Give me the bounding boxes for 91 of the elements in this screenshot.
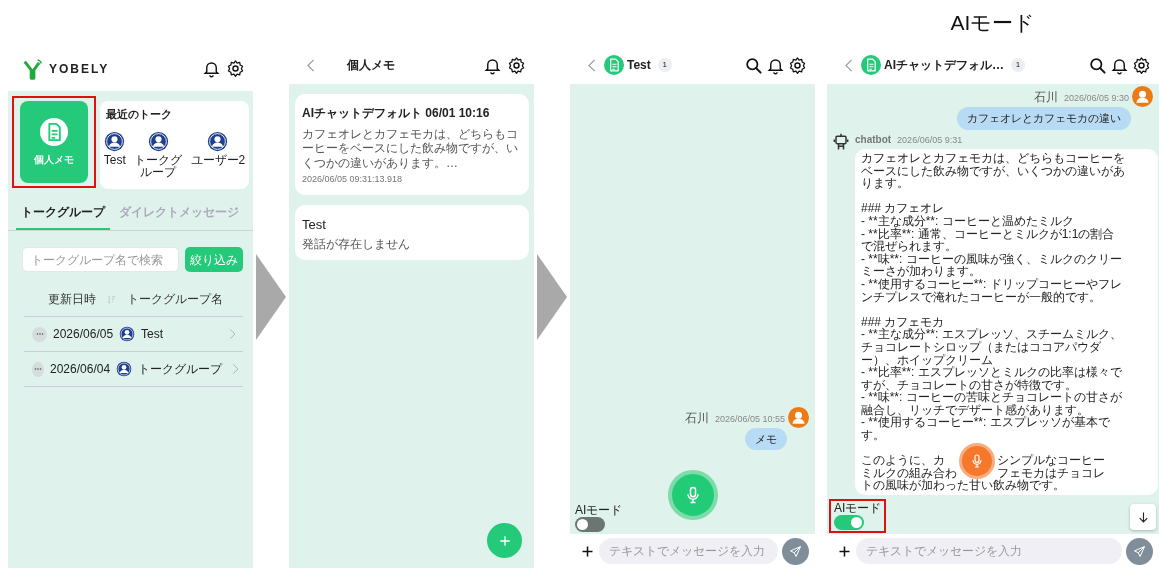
screen-title: 個人メモ xyxy=(347,57,395,74)
memo-time: 2026/06/05 09:31:13.918 xyxy=(302,173,404,187)
message-line: このように、カ xyxy=(861,454,945,467)
column-header: 更新日時 xyxy=(48,291,96,308)
message-line: - **比率**: 通常、コーヒーとミルクが1:1の割合 xyxy=(861,227,1116,241)
group-name[interactable]: Test xyxy=(141,325,219,343)
talk-name[interactable]: Test xyxy=(103,153,126,167)
message-line: - **使用するコーヒー**: ドリップコーヒーやフレ xyxy=(861,277,1123,291)
column-header: トークグループ名 xyxy=(127,291,223,308)
message-line: - **比率**: エスプレッソとミルクの比率は様々で xyxy=(861,366,1123,379)
message-field[interactable]: テキストでメッセージを入力 xyxy=(856,538,1122,564)
send-icon xyxy=(1132,543,1147,559)
message-line: すが、チョコレートの甘さが特徴です。 xyxy=(861,378,1077,392)
search-icon[interactable] xyxy=(744,55,763,75)
send-button[interactable] xyxy=(782,537,809,565)
talk-name[interactable]: ユーザー2 xyxy=(190,153,246,167)
memo-title: AIチャットデフォルト 06/01 10:16 xyxy=(302,105,491,122)
message-time: 2026/06/05 10:55 xyxy=(714,412,785,426)
memo-card[interactable]: AIチャットデフォルト 06/01 10:16 カフェオレとカフェモカは、どちらもコーヒーをベースにした飲み物ですが、いくつかの違いがあります。… 2026/06/05 09:31:13.918 xyxy=(295,94,529,195)
chat-title: Test xyxy=(627,57,651,74)
ai-mode-switch[interactable] xyxy=(575,517,605,532)
memo-card[interactable]: Test 発話が存在しません xyxy=(295,204,529,260)
logo-text: YOBELY xyxy=(49,60,110,78)
chat-title: AIチャットデフォル… xyxy=(884,57,1004,74)
message-time: 2026/06/05 9:31 xyxy=(897,133,963,147)
memo-preview: カフェオレとカフェモカは、どちらもコーヒーをベースにした飲み物ですが、いくつかの違いがあります。… xyxy=(302,127,519,171)
memo-preview: 発話が存在しません xyxy=(302,237,411,252)
message-line: ベースにした飲み物ですが、いくつかの違いがあ xyxy=(861,164,1126,178)
message-line: 融合し、リッチでデザート感があります。 xyxy=(861,403,1089,417)
sender-name: 石川 xyxy=(1033,89,1058,106)
search-icon[interactable] xyxy=(1088,55,1107,75)
avatar-icon xyxy=(1132,86,1153,107)
message-line: フェモカはチョコレ xyxy=(997,466,1105,480)
search-field[interactable]: トークグループ名で検索 xyxy=(22,247,179,272)
count-badge: 1 xyxy=(657,58,672,72)
message-line: す。 xyxy=(861,429,886,442)
date-text: 2026/06/05 xyxy=(53,326,114,343)
message-line: カフェオレとカフェモカは、どちらもコーヒーを xyxy=(861,152,1126,165)
message-line: ミルクの組み合わ xyxy=(861,466,957,480)
memo-icon xyxy=(604,55,624,75)
settings-icon[interactable] xyxy=(788,55,807,75)
caption: AIモード xyxy=(950,10,1036,37)
card-title: 最近のトーク xyxy=(106,107,173,122)
toggle-label: AIモード xyxy=(575,504,623,516)
settings-icon[interactable] xyxy=(507,55,526,75)
message-line: - **主な成分**: エスプレッソ、スチームミルク、 xyxy=(861,328,1123,341)
message-line: チョコレートシロップ（またはココアパウダ xyxy=(861,340,1101,354)
avatar-icon[interactable] xyxy=(104,130,126,152)
message-bubble: メモ xyxy=(745,427,787,450)
talk-name[interactable]: トークグループ xyxy=(129,153,188,179)
count-badge: 1 xyxy=(1011,58,1025,72)
avatar-icon xyxy=(788,406,809,428)
message-bubble: カフェオレとカフェモカの違い xyxy=(957,107,1131,130)
group-name[interactable]: トークグループ xyxy=(138,360,223,378)
message-line: - **使用するコーヒー**: エスプレッソが基本で xyxy=(861,416,1111,430)
plus-icon xyxy=(497,533,512,548)
bell-icon[interactable] xyxy=(202,59,221,78)
settings-icon[interactable] xyxy=(1132,55,1151,75)
robot-icon xyxy=(831,131,851,152)
message-line: ### カフェオレ xyxy=(861,202,946,215)
logo-icon xyxy=(22,57,44,80)
message-line: で混ぜられます。 xyxy=(861,240,958,253)
ai-mode-switch[interactable] xyxy=(834,515,864,530)
message-line: ります。 xyxy=(861,177,910,190)
avatar-icon[interactable] xyxy=(147,130,169,152)
memo-title: Test xyxy=(302,215,327,234)
message-line: - **主な成分**: コーヒーと温めたミルク xyxy=(861,214,1075,228)
send-icon xyxy=(788,543,803,559)
scroll-down-button[interactable] xyxy=(1130,504,1156,530)
message-field[interactable]: テキストでメッセージを入力 xyxy=(599,538,778,564)
mic-icon xyxy=(969,452,985,469)
avatar-icon xyxy=(119,326,136,342)
message-time: 2026/06/05 9:30 xyxy=(1063,92,1129,105)
settings-icon[interactable] xyxy=(226,59,245,78)
sender-name: chatbot xyxy=(855,132,892,147)
message-line: - **味**: コーヒーの苦味とチョコレートの甘さが xyxy=(861,391,1123,404)
avatar-icon[interactable] xyxy=(207,130,229,152)
memo-icon xyxy=(861,55,881,75)
tab[interactable]: トークグループ xyxy=(16,199,110,230)
send-button[interactable] xyxy=(1126,537,1153,565)
sender-name: 石川 xyxy=(684,409,709,427)
message-line: シンプルなコーヒー xyxy=(997,454,1105,467)
message-line: ンチプレスで淹れたコーヒーが一般的です。 xyxy=(861,290,1102,304)
message-line: - **味**: コーヒーの風味が強く、ミルクのクリー xyxy=(861,252,1123,266)
memo-icon xyxy=(40,117,68,146)
message-line: ミーさが加わります。 xyxy=(861,265,981,278)
toggle-label: AIモード xyxy=(834,502,882,514)
message-line: トの風味が加わった甘い飲み物です。 xyxy=(861,479,1065,493)
date-text: 2026/06/04 xyxy=(50,361,111,378)
message-line: ### カフェモカ xyxy=(861,315,946,329)
avatar-icon xyxy=(116,361,133,377)
